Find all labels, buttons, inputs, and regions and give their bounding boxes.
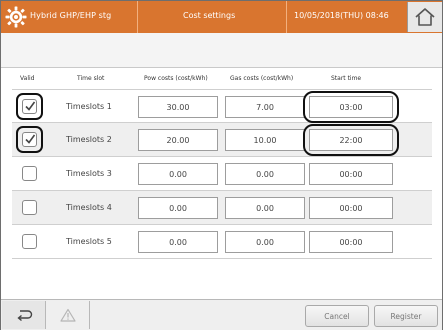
time-slot-label: Timeslots 4 (66, 203, 112, 212)
cancel-button[interactable]: Cancel (305, 305, 369, 327)
time-slot-label: Timeslots 3 (66, 169, 112, 178)
highlight-ring (16, 93, 43, 120)
column-header-start-time: Start time (331, 75, 362, 82)
home-icon (415, 8, 435, 26)
table-row: Timeslots 5 0.00 0.00 00:00 (12, 225, 432, 259)
table-row: Timeslots 1 30.00 7.00 03:00 (12, 89, 432, 123)
pow-cost-field[interactable]: 0.00 (138, 163, 218, 185)
back-arrow-icon (16, 310, 32, 322)
column-header-time-slot: Time slot (77, 75, 105, 82)
table-row: Timeslots 4 0.00 0.00 00:00 (12, 191, 432, 225)
warning-button[interactable] (46, 301, 90, 329)
bottom-bar: Cancel Register (1, 299, 442, 330)
start-time-field[interactable]: 00:00 (309, 231, 393, 253)
time-slot-label: Timeslots 5 (66, 237, 112, 246)
time-slot-label: Timeslots 2 (66, 135, 112, 144)
start-time-field[interactable]: 00:00 (309, 197, 393, 219)
toolbar-band (1, 33, 442, 68)
datetime-display: 10/05/2018(THU) 08:46 (294, 11, 389, 20)
highlight-ring (303, 91, 399, 123)
pow-cost-field[interactable]: 30.00 (138, 96, 218, 118)
column-header-gas-costs: Gas costs (cost/kWh) (230, 75, 294, 82)
column-header-pow-costs: Pow costs (cost/kWh) (144, 75, 208, 82)
cost-settings-screen: Hybrid GHP/EHP stg Cost settings 10/05/2… (0, 0, 443, 330)
topbar-divider (286, 1, 287, 33)
gas-cost-field[interactable]: 10.00 (225, 129, 305, 151)
topbar-divider (137, 1, 138, 33)
back-button[interactable] (2, 301, 46, 329)
gear-logo-icon (5, 6, 27, 28)
gas-cost-field[interactable]: 0.00 (225, 231, 305, 253)
valid-checkbox[interactable] (22, 200, 37, 215)
page-title: Cost settings (183, 11, 236, 20)
valid-checkbox[interactable] (22, 234, 37, 249)
pow-cost-field[interactable]: 20.00 (138, 129, 218, 151)
table-row: Timeslots 2 20.00 10.00 22:00 (12, 123, 432, 157)
highlight-ring (303, 124, 399, 156)
pow-cost-field[interactable]: 0.00 (138, 197, 218, 219)
time-slot-label: Timeslots 1 (66, 102, 112, 111)
pow-cost-field[interactable]: 0.00 (138, 231, 218, 253)
table-row: Timeslots 3 0.00 0.00 00:00 (12, 157, 432, 191)
gas-cost-field[interactable]: 0.00 (225, 197, 305, 219)
warning-icon (59, 308, 76, 322)
home-button[interactable] (407, 2, 442, 32)
valid-checkbox[interactable] (22, 166, 37, 181)
register-button[interactable]: Register (374, 305, 438, 327)
gas-cost-field[interactable]: 0.00 (225, 163, 305, 185)
gas-cost-field[interactable]: 7.00 (225, 96, 305, 118)
column-header-valid: Valid (20, 75, 35, 82)
highlight-ring (16, 126, 43, 153)
brand-label: Hybrid GHP/EHP stg (30, 11, 112, 20)
start-time-field[interactable]: 00:00 (309, 163, 393, 185)
top-bar: Hybrid GHP/EHP stg Cost settings 10/05/2… (1, 1, 442, 33)
